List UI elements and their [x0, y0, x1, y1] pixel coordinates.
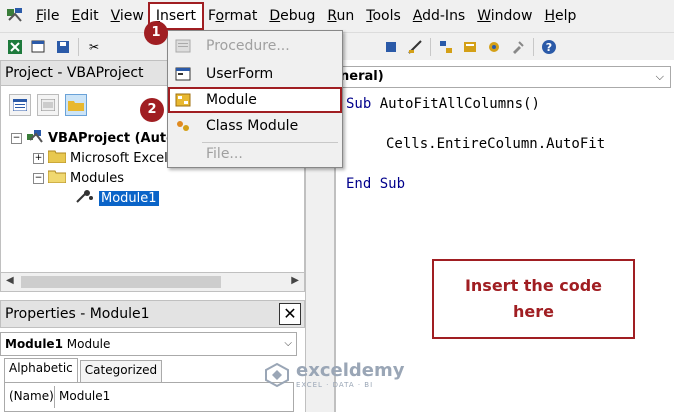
- object-combo[interactable]: neral) ⌵: [335, 66, 671, 88]
- object-browser-icon[interactable]: [485, 38, 503, 56]
- menu-debug[interactable]: Debug: [263, 4, 321, 28]
- properties-grid: (Name) Module1: [4, 382, 294, 412]
- object-name: Module1: [5, 337, 63, 351]
- properties-title-text: Properties - Module1: [5, 306, 150, 322]
- property-value[interactable]: Module1: [55, 386, 110, 408]
- tree-label-modules: Modules: [70, 170, 125, 186]
- properties-object-select[interactable]: Module1 Module ⌵: [0, 332, 297, 356]
- toolbar-separator: [430, 37, 431, 56]
- menu-item-label: Module: [206, 92, 257, 108]
- keyword-sub: Sub: [346, 96, 372, 112]
- scroll-thumb[interactable]: [21, 276, 221, 288]
- scroll-left-icon[interactable]: ◀: [6, 275, 14, 286]
- insert-object-icon[interactable]: [30, 38, 48, 56]
- object-combo-value: neral): [340, 69, 384, 84]
- watermark-tagline: EXCEL · DATA · BI: [296, 381, 374, 389]
- properties-tabs: Alphabetic Categorized: [0, 358, 305, 382]
- menu-tools[interactable]: Tools: [360, 4, 407, 28]
- menu-help[interactable]: Help: [538, 4, 582, 28]
- menu-add-ins[interactable]: Add-Ins: [407, 4, 471, 28]
- collapse-toggle[interactable]: −: [33, 172, 44, 184]
- code-line-end-sub[interactable]: End Sub: [346, 176, 405, 192]
- tree-label-module1: Module1: [99, 190, 159, 206]
- tree-node-vbaproject[interactable]: − VBAProject (Auto: [11, 128, 175, 148]
- folder-icon: [47, 149, 67, 167]
- property-key: (Name): [5, 386, 55, 408]
- excel-view-icon[interactable]: [6, 38, 24, 56]
- design-mode-icon[interactable]: [406, 38, 424, 56]
- properties-window-icon[interactable]: [461, 38, 479, 56]
- tree-node-excel-objects[interactable]: + Microsoft Excel: [33, 148, 168, 168]
- reset-icon[interactable]: [382, 38, 400, 56]
- step-badge-1: 1: [144, 21, 168, 45]
- toolbox-icon[interactable]: [509, 38, 527, 56]
- menu-item-label: File...: [206, 146, 243, 162]
- toolbar-separator: [78, 37, 79, 56]
- properties-panel-title: Properties - Module1 ✕: [0, 300, 305, 328]
- tab-alphabetic[interactable]: Alphabetic: [4, 358, 78, 382]
- scroll-right-icon[interactable]: ▶: [291, 275, 299, 286]
- chevron-down-icon: ⌵: [284, 338, 292, 349]
- exceldemy-logo-icon: [265, 362, 289, 387]
- menu-item-label: Class Module: [206, 118, 299, 134]
- instruction-callout: Insert the code here: [432, 259, 635, 339]
- menu-file[interactable]: File: [30, 4, 65, 28]
- code-line-body[interactable]: Cells.EntireColumn.AutoFit: [386, 136, 605, 152]
- watermark-name: exceldemy: [296, 360, 405, 381]
- menu-item-file[interactable]: File...: [168, 141, 342, 167]
- menu-format[interactable]: Format: [202, 4, 263, 28]
- cut-icon[interactable]: ✂: [85, 38, 103, 56]
- tree-node-modules[interactable]: − Modules: [33, 168, 124, 188]
- expand-toggle[interactable]: +: [33, 152, 44, 164]
- procedure-icon: [168, 39, 198, 53]
- menu-item-label: Procedure...: [206, 38, 290, 54]
- menu-item-label: UserForm: [206, 66, 274, 82]
- menu-bar: File Edit View Insert Format Debug Run T…: [0, 0, 674, 32]
- project-explorer-icon[interactable]: [437, 38, 455, 56]
- open-folder-icon: [47, 169, 67, 187]
- tree-label-excel-objects: Microsoft Excel: [70, 150, 168, 166]
- chevron-down-icon: ⌵: [655, 70, 664, 83]
- sub-name: AutoFitAllColumns(): [371, 96, 540, 112]
- userform-icon: [168, 67, 198, 81]
- menu-item-module[interactable]: Module: [168, 87, 342, 113]
- menu-item-procedure[interactable]: Procedure...: [168, 33, 342, 59]
- menu-item-class-module[interactable]: Class Module: [168, 113, 342, 139]
- toolbar-separator: [533, 37, 534, 56]
- class-module-icon: [168, 119, 198, 133]
- view-object-icon[interactable]: [37, 94, 59, 116]
- tree-horizontal-scrollbar[interactable]: ◀ ▶: [0, 272, 305, 292]
- svg-text:?: ?: [546, 41, 552, 54]
- save-icon[interactable]: [54, 38, 72, 56]
- toggle-folders-icon[interactable]: [65, 94, 87, 116]
- object-type: Module: [66, 337, 111, 351]
- tab-categorized[interactable]: Categorized: [79, 360, 163, 382]
- menu-run[interactable]: Run: [321, 4, 360, 28]
- menu-window[interactable]: Window: [471, 4, 538, 28]
- menu-item-userform[interactable]: UserForm: [168, 61, 342, 87]
- view-code-icon[interactable]: [9, 94, 31, 116]
- code-line-sub[interactable]: Sub AutoFitAllColumns(): [346, 96, 540, 112]
- help-icon[interactable]: ?: [540, 38, 558, 56]
- property-row[interactable]: (Name) Module1: [5, 386, 293, 408]
- step-badge-2: 2: [140, 98, 164, 122]
- exceldemy-watermark: exceldemy EXCEL · DATA · BI: [264, 360, 404, 389]
- close-icon[interactable]: ✕: [279, 303, 301, 325]
- module-icon: [75, 188, 95, 208]
- tree-node-module1[interactable]: Module1: [75, 188, 159, 208]
- collapse-toggle[interactable]: −: [11, 132, 22, 144]
- insert-dropdown-menu: Procedure... UserForm Module Class Modul…: [167, 30, 343, 168]
- vba-app-icon[interactable]: [0, 0, 30, 32]
- tree-label-vbaproject: VBAProject (Auto: [48, 130, 176, 146]
- menu-view[interactable]: View: [105, 4, 150, 28]
- vbaproject-icon: [26, 128, 44, 148]
- menu-edit[interactable]: Edit: [65, 4, 104, 28]
- module-icon: [168, 93, 198, 107]
